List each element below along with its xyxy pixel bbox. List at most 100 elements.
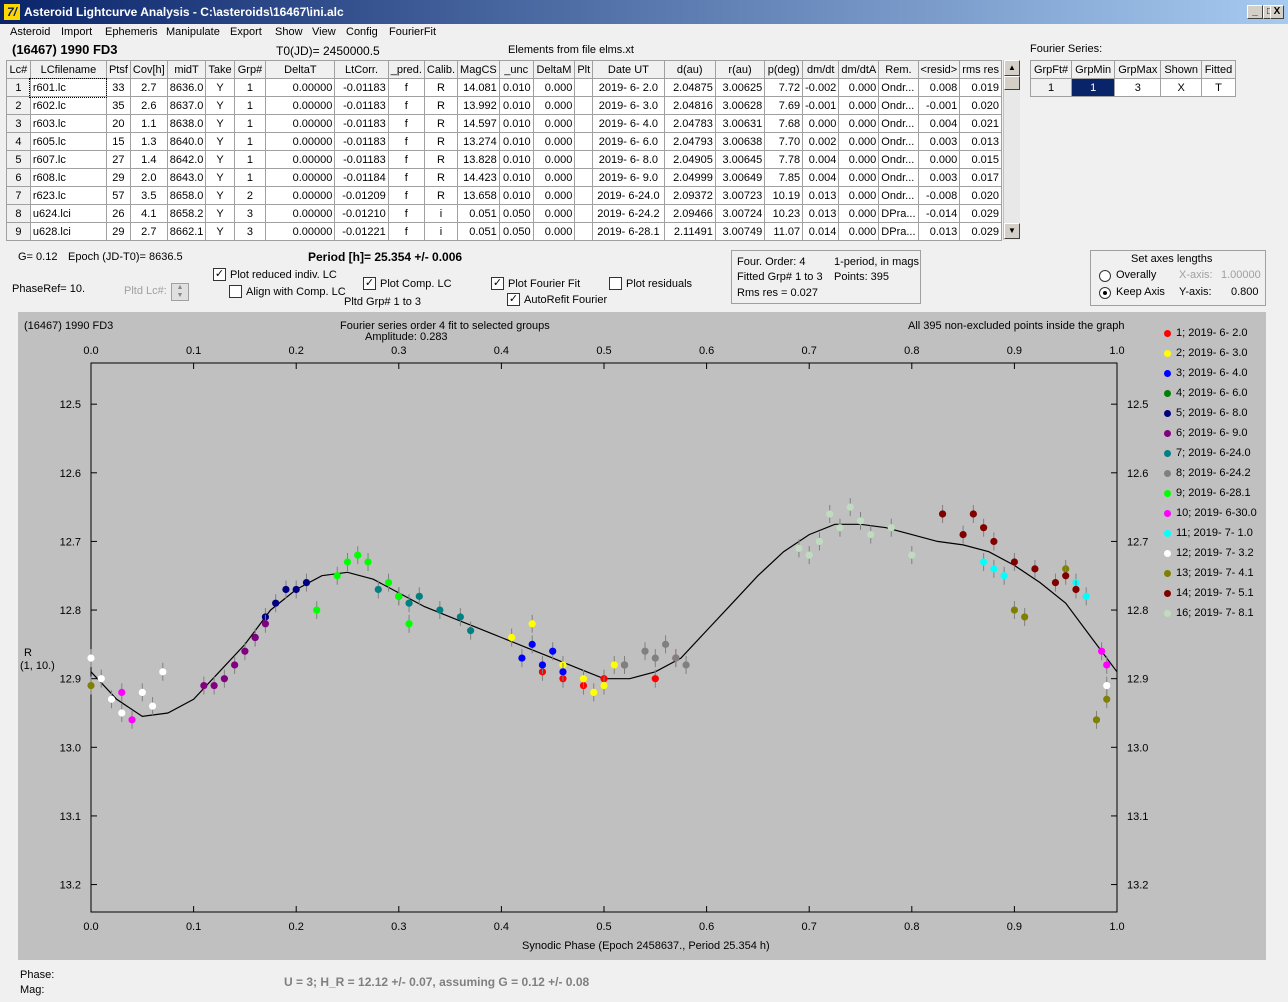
x-tick-label-top: 0.4 xyxy=(494,345,509,357)
data-point xyxy=(1082,592,1090,600)
x-tick-label: 0.3 xyxy=(391,921,406,933)
data-point xyxy=(384,579,393,587)
legend-label: 7; 2019- 6-24.0 xyxy=(1176,447,1251,459)
data-point xyxy=(118,709,126,717)
y-tick-label: 13.1 xyxy=(60,811,81,823)
legend-label: 1; 2019- 6- 2.0 xyxy=(1176,327,1248,339)
data-point xyxy=(374,585,382,594)
data-point xyxy=(272,599,280,607)
data-point xyxy=(395,592,403,600)
legend-label: 9; 2019- 6-28.1 xyxy=(1176,487,1251,499)
data-point xyxy=(343,558,352,566)
legend-item: 2; 2019- 6- 3.0 xyxy=(1164,347,1248,359)
legend-dot xyxy=(1164,509,1171,517)
data-point xyxy=(815,537,824,546)
x-tick-label: 0.0 xyxy=(83,921,98,933)
data-point xyxy=(292,585,300,594)
y-tick-label-right: 13.1 xyxy=(1127,811,1148,823)
y-tick-label: 12.9 xyxy=(60,674,81,686)
data-point xyxy=(959,530,967,539)
plot-frame xyxy=(90,362,1118,913)
data-point xyxy=(1021,613,1029,621)
data-point xyxy=(1010,606,1019,614)
x-tick-label-top: 1.0 xyxy=(1109,345,1124,357)
legend-dot xyxy=(1164,329,1171,337)
data-point xyxy=(1051,579,1060,587)
data-point xyxy=(836,524,844,532)
x-tick-label-top: 0.3 xyxy=(391,345,406,357)
legend-dot xyxy=(1164,389,1171,397)
x-tick-label-top: 0.0 xyxy=(83,345,98,357)
legend-item: 8; 2019- 6-24.2 xyxy=(1164,467,1251,479)
x-tick-label: 0.6 xyxy=(699,921,714,933)
x-tick-label: 1.0 xyxy=(1109,921,1124,933)
data-point xyxy=(661,640,670,648)
data-point xyxy=(1098,647,1106,655)
y-tick-label-right: 12.6 xyxy=(1127,468,1148,480)
legend-dot xyxy=(1164,529,1171,537)
x-tick-label-top: 0.2 xyxy=(289,345,304,357)
x-tick-label-top: 0.5 xyxy=(596,345,611,357)
legend-dot xyxy=(1164,549,1171,557)
x-tick-label: 0.1 xyxy=(186,921,201,933)
x-tick-label: 0.9 xyxy=(1007,921,1022,933)
y-tick-label-right: 12.9 xyxy=(1127,674,1148,686)
y-tick-label: 13.0 xyxy=(60,742,81,754)
legend-item: 11; 2019- 7- 1.0 xyxy=(1164,527,1253,539)
h-result: U = 3; H_R = 12.12 +/- 0.07, assuming G … xyxy=(284,975,590,989)
y-tick-label-right: 12.5 xyxy=(1127,399,1148,411)
y-tick-label: 12.8 xyxy=(60,605,81,617)
data-point xyxy=(1103,695,1111,703)
y-tick-label: 12.7 xyxy=(60,536,81,548)
data-point xyxy=(405,599,413,607)
data-point xyxy=(87,654,95,662)
legend-dot xyxy=(1164,609,1171,617)
data-point xyxy=(518,654,526,662)
data-point xyxy=(887,524,895,532)
x-tick-label: 0.2 xyxy=(289,921,304,933)
data-point xyxy=(990,565,998,573)
legend-label: 14; 2019- 7- 5.1 xyxy=(1176,587,1254,599)
data-point xyxy=(87,681,95,690)
data-point xyxy=(805,551,813,559)
data-point xyxy=(364,558,372,566)
data-point xyxy=(549,647,557,655)
x-tick-label: 0.4 xyxy=(494,921,509,933)
data-point xyxy=(600,681,608,690)
x-tick-label-top: 0.6 xyxy=(699,345,714,357)
data-point xyxy=(1103,681,1111,690)
data-point xyxy=(436,606,444,614)
y-tick-label: 13.2 xyxy=(60,880,81,892)
data-point xyxy=(1031,565,1039,573)
data-point xyxy=(980,524,988,532)
data-point xyxy=(210,681,218,690)
y-tick-label: 12.6 xyxy=(60,468,81,480)
legend-dot xyxy=(1164,489,1171,497)
data-point xyxy=(938,510,947,518)
data-point xyxy=(128,716,136,724)
x-tick-label-top: 0.7 xyxy=(802,345,817,357)
data-point xyxy=(682,661,690,669)
mag-readout-label: Mag: xyxy=(20,984,45,996)
data-point xyxy=(97,675,105,683)
legend-item: 16; 2019- 7- 8.1 xyxy=(1164,607,1254,619)
data-point xyxy=(528,620,536,628)
data-point xyxy=(415,592,423,600)
data-point xyxy=(241,647,249,655)
data-point xyxy=(333,572,341,580)
legend-item: 9; 2019- 6-28.1 xyxy=(1164,487,1251,499)
data-point xyxy=(251,633,259,642)
legend-item: 13; 2019- 7- 4.1 xyxy=(1164,567,1254,579)
legend-dot xyxy=(1164,589,1171,597)
data-point xyxy=(579,675,588,683)
y-tick-label-right: 12.8 xyxy=(1127,605,1148,617)
legend-label: 5; 2019- 6- 8.0 xyxy=(1176,407,1248,419)
legend-label: 4; 2019- 6- 6.0 xyxy=(1176,387,1248,399)
data-point xyxy=(118,688,126,697)
data-point xyxy=(990,537,998,546)
data-point xyxy=(538,661,547,669)
data-point xyxy=(467,627,475,635)
data-point xyxy=(856,517,865,525)
data-point xyxy=(651,654,659,662)
legend-dot xyxy=(1164,569,1171,577)
